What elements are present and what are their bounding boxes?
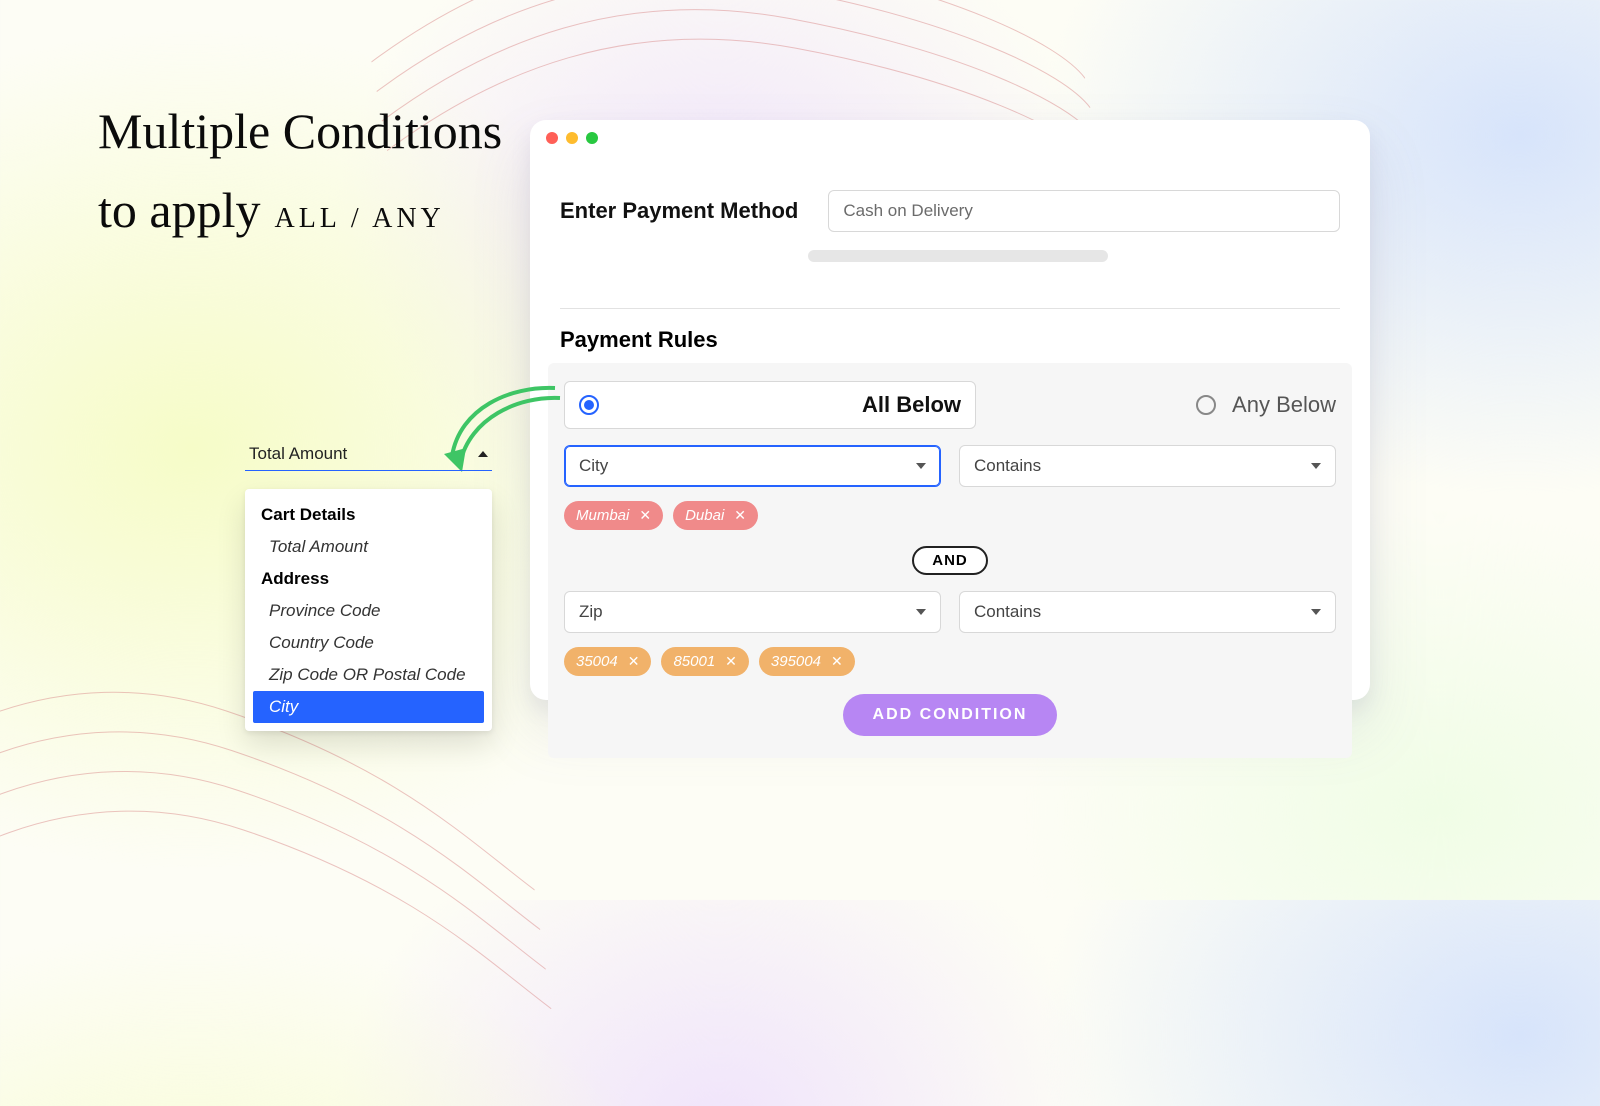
- tag-label: Dubai: [685, 507, 724, 524]
- rules-panel: All Below Any Below City Contains Mumbai…: [548, 363, 1352, 758]
- tag-label: 395004: [771, 653, 821, 670]
- app-window: Enter Payment Method Cash on Delivery Pa…: [530, 120, 1370, 700]
- dropdown-trigger[interactable]: Total Amount: [245, 438, 492, 471]
- tag-label: Mumbai: [576, 507, 629, 524]
- radio-selected-icon: [579, 395, 599, 415]
- tag-chip[interactable]: 35004 ✕: [564, 647, 651, 676]
- condition-operator-value: Contains: [974, 602, 1041, 622]
- close-icon[interactable]: ✕: [831, 653, 843, 670]
- radio-any-label: Any Below: [1232, 392, 1336, 418]
- dropdown-item-total-amount[interactable]: Total Amount: [245, 531, 492, 563]
- dropdown-item-country-code[interactable]: Country Code: [245, 627, 492, 659]
- tag-chip[interactable]: Mumbai ✕: [564, 501, 663, 530]
- chevron-down-icon: [916, 609, 926, 615]
- minimize-icon[interactable]: [566, 132, 578, 144]
- chevron-down-icon: [1311, 463, 1321, 469]
- condition-operator-select[interactable]: Contains: [959, 591, 1336, 633]
- and-connector: AND: [912, 546, 988, 575]
- tag-label: 35004: [576, 653, 618, 670]
- dropdown-item-city[interactable]: City: [253, 691, 484, 723]
- window-titlebar: [530, 120, 1370, 150]
- dropdown-panel: Cart Details Total Amount Address Provin…: [245, 489, 492, 731]
- payment-rules-title: Payment Rules: [530, 309, 1370, 363]
- radio-any-below[interactable]: Any Below: [1196, 392, 1336, 418]
- close-icon[interactable]: ✕: [639, 507, 651, 524]
- dropdown-trigger-label: Total Amount: [249, 444, 347, 464]
- chevron-down-icon: [916, 463, 926, 469]
- tag-chip[interactable]: Dubai ✕: [673, 501, 758, 530]
- skeleton-placeholder: [808, 250, 1108, 262]
- close-icon[interactable]: [546, 132, 558, 144]
- maximize-icon[interactable]: [586, 132, 598, 144]
- chevron-up-icon: [478, 451, 488, 457]
- field-dropdown: Total Amount Cart Details Total Amount A…: [245, 438, 492, 731]
- headline-line2: to apply: [98, 181, 260, 239]
- condition-operator-value: Contains: [974, 456, 1041, 476]
- condition-operator-select[interactable]: Contains: [959, 445, 1336, 487]
- payment-method-label: Enter Payment Method: [560, 198, 798, 224]
- radio-all-label: All Below: [862, 392, 961, 418]
- dropdown-item-province-code[interactable]: Province Code: [245, 595, 492, 627]
- tag-label: 85001: [673, 653, 715, 670]
- close-icon[interactable]: ✕: [628, 653, 640, 670]
- condition-field-value: City: [579, 456, 608, 476]
- chevron-down-icon: [1311, 609, 1321, 615]
- radio-unselected-icon: [1196, 395, 1216, 415]
- dropdown-group: Cart Details: [245, 499, 492, 531]
- add-condition-button[interactable]: ADD CONDITION: [843, 694, 1058, 736]
- headline-caps: ALL / ANY: [274, 203, 444, 235]
- close-icon[interactable]: ✕: [725, 653, 737, 670]
- condition-field-value: Zip: [579, 602, 603, 622]
- headline-line1: Multiple Conditions: [98, 100, 538, 163]
- dropdown-item-zip-code[interactable]: Zip Code OR Postal Code: [245, 659, 492, 691]
- condition-field-select[interactable]: Zip: [564, 591, 941, 633]
- dropdown-group: Address: [245, 563, 492, 595]
- payment-method-input[interactable]: Cash on Delivery: [828, 190, 1340, 232]
- radio-all-below[interactable]: All Below: [564, 381, 976, 429]
- page-headline: Multiple Conditions to apply ALL / ANY: [98, 100, 538, 239]
- condition-field-select[interactable]: City: [564, 445, 941, 487]
- tag-chip[interactable]: 85001 ✕: [661, 647, 748, 676]
- close-icon[interactable]: ✕: [734, 507, 746, 524]
- tag-chip[interactable]: 395004 ✕: [759, 647, 855, 676]
